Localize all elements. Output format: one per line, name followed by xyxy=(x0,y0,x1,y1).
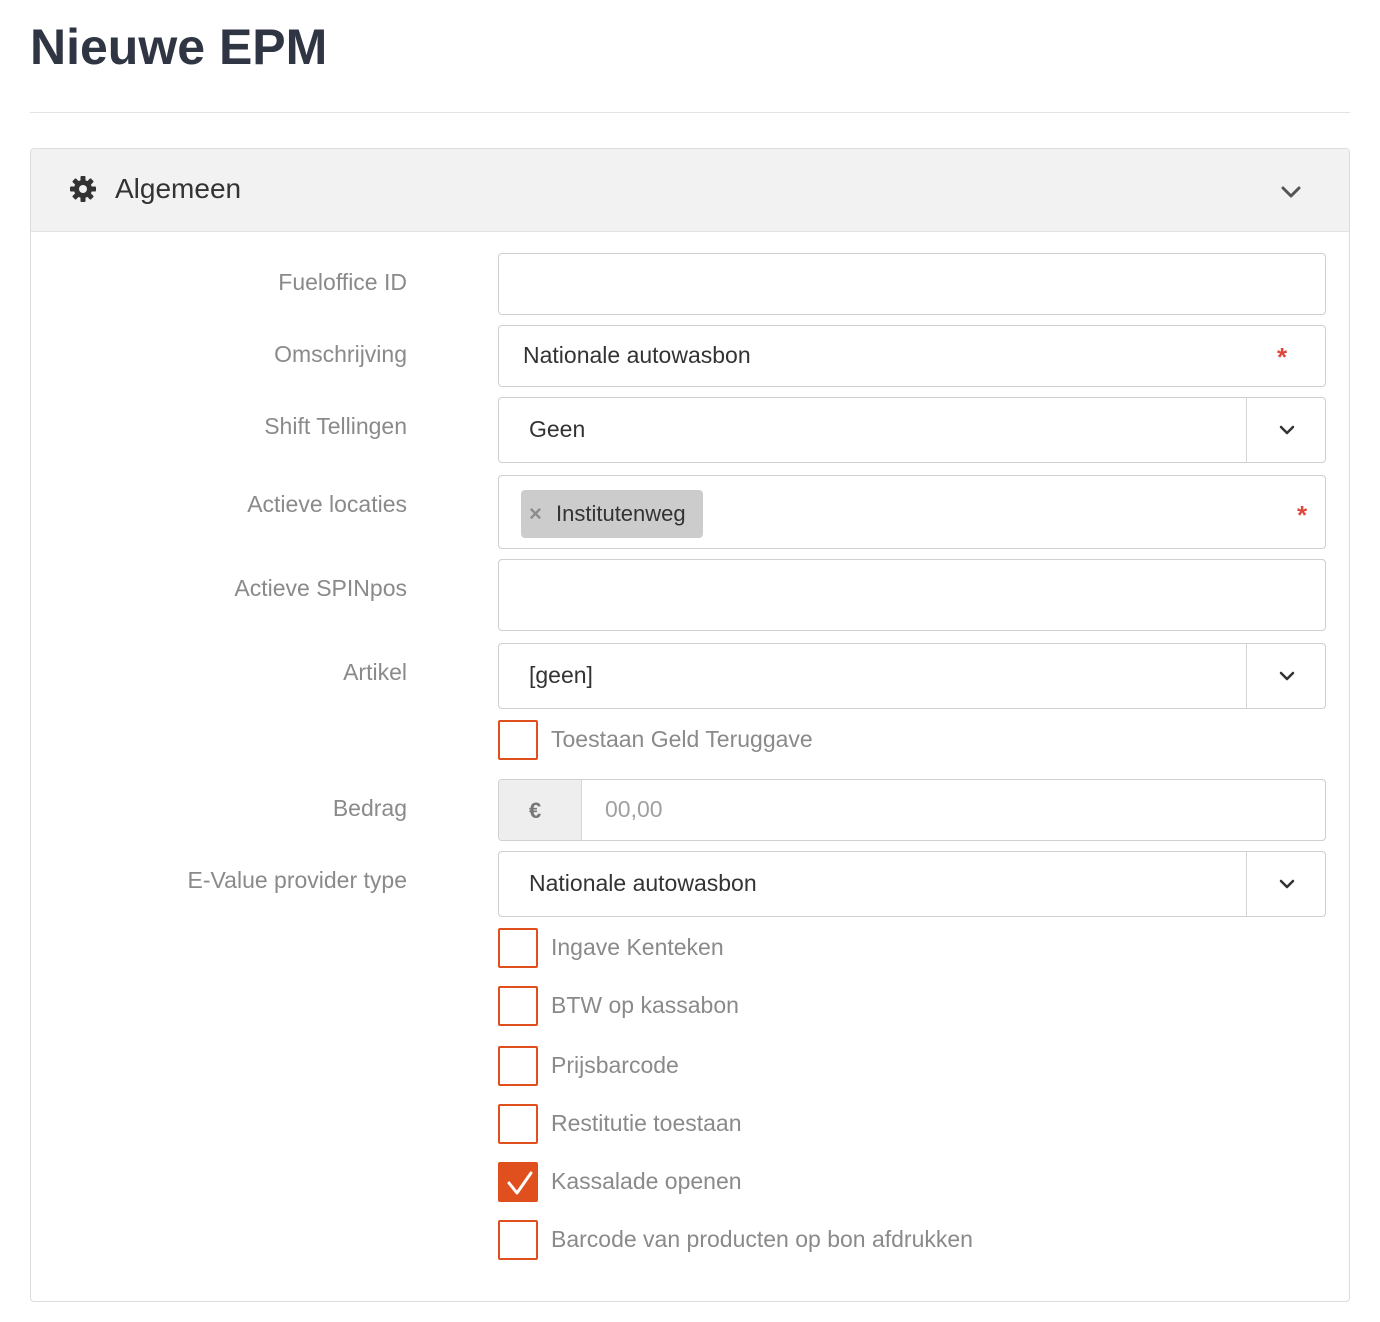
shift-tellingen-select[interactable]: Geen xyxy=(498,397,1326,463)
fueloffice-id-input[interactable] xyxy=(498,253,1326,315)
option-btw-op-kassabon[interactable]: BTW op kassabon xyxy=(498,986,1326,1030)
select-divider xyxy=(1246,852,1247,916)
euro-icon: € xyxy=(529,798,542,823)
page-title: Nieuwe EPM xyxy=(30,19,328,75)
required-asterisk: * xyxy=(1297,500,1308,530)
ingave-kenteken-checkbox[interactable] xyxy=(498,928,538,968)
option-ingave-kenteken[interactable]: Ingave Kenteken xyxy=(498,928,1326,972)
panel-title: Algemeen xyxy=(115,173,242,204)
chevron-down-icon[interactable] xyxy=(1279,424,1295,436)
omschrijving-label: Omschrijving xyxy=(274,341,407,367)
prijsbarcode-label: Prijsbarcode xyxy=(551,1052,679,1078)
restitutie-toestaan-checkbox[interactable] xyxy=(498,1104,538,1144)
remove-tag-icon[interactable]: × xyxy=(529,501,542,527)
bedrag-input-group[interactable]: € 00,00 xyxy=(498,779,1326,841)
option-barcode-van-producten[interactable]: Barcode van producten op bon afdrukken xyxy=(498,1220,1326,1264)
barcode-van-producten-label: Barcode van producten op bon afdrukken xyxy=(551,1226,973,1252)
toestaan-geld-teruggave-checkbox[interactable] xyxy=(498,720,538,760)
option-restitutie-toestaan[interactable]: Restitutie toestaan xyxy=(498,1104,1326,1148)
checkmark-icon xyxy=(507,1171,533,1195)
general-panel: Algemeen Fueloffice ID Omschrijving Nati… xyxy=(30,148,1350,1302)
currency-addon: € xyxy=(499,780,582,840)
artikel-selected: [geen] xyxy=(529,662,593,688)
ingave-kenteken-label: Ingave Kenteken xyxy=(551,934,724,960)
location-tag-label: Institutenweg xyxy=(556,501,686,526)
fueloffice-id-label: Fueloffice ID xyxy=(278,269,407,295)
omschrijving-value: Nationale autowasbon xyxy=(523,342,751,368)
chevron-down-icon[interactable] xyxy=(1279,670,1295,682)
bedrag-label: Bedrag xyxy=(332,795,407,821)
artikel-label: Artikel xyxy=(343,659,407,685)
panel-header[interactable]: Algemeen xyxy=(31,149,1349,232)
prijsbarcode-checkbox[interactable] xyxy=(498,1046,538,1086)
evalue-provider-type-selected: Nationale autowasbon xyxy=(529,870,757,896)
shift-tellingen-label: Shift Tellingen xyxy=(264,413,407,439)
barcode-van-producten-checkbox[interactable] xyxy=(498,1220,538,1260)
actieve-spinpos-multiselect[interactable] xyxy=(498,559,1326,631)
btw-op-kassabon-label: BTW op kassabon xyxy=(551,992,739,1018)
toestaan-geld-teruggave-label: Toestaan Geld Teruggave xyxy=(551,726,813,752)
shift-tellingen-selected: Geen xyxy=(529,416,586,442)
actieve-locaties-multiselect[interactable]: × Institutenweg * xyxy=(498,475,1326,549)
evalue-provider-type-select[interactable]: Nationale autowasbon xyxy=(498,851,1326,917)
omschrijving-input[interactable]: Nationale autowasbon * xyxy=(498,325,1326,387)
toestaan-geld-teruggave-option[interactable]: Toestaan Geld Teruggave xyxy=(498,720,1326,764)
select-divider xyxy=(1246,644,1247,708)
actieve-locaties-label: Actieve locaties xyxy=(247,491,407,517)
kassalade-openen-checkbox[interactable] xyxy=(498,1162,538,1202)
required-asterisk: * xyxy=(1277,342,1288,372)
bedrag-input[interactable]: 00,00 xyxy=(605,796,663,823)
restitutie-toestaan-label: Restitutie toestaan xyxy=(551,1110,742,1136)
chevron-down-icon[interactable] xyxy=(1279,183,1303,201)
gear-icon xyxy=(70,176,96,202)
actieve-spinpos-label: Actieve SPINpos xyxy=(234,575,407,601)
title-divider xyxy=(30,112,1350,113)
evalue-provider-type-label: E-Value provider type xyxy=(187,867,407,893)
chevron-down-icon[interactable] xyxy=(1279,878,1295,890)
option-prijsbarcode[interactable]: Prijsbarcode xyxy=(498,1046,1326,1090)
option-kassalade-openen[interactable]: Kassalade openen xyxy=(498,1162,1326,1206)
btw-op-kassabon-checkbox[interactable] xyxy=(498,986,538,1026)
select-divider xyxy=(1246,398,1247,462)
kassalade-openen-label: Kassalade openen xyxy=(551,1168,742,1194)
location-tag: × Institutenweg xyxy=(521,490,703,538)
artikel-select[interactable]: [geen] xyxy=(498,643,1326,709)
